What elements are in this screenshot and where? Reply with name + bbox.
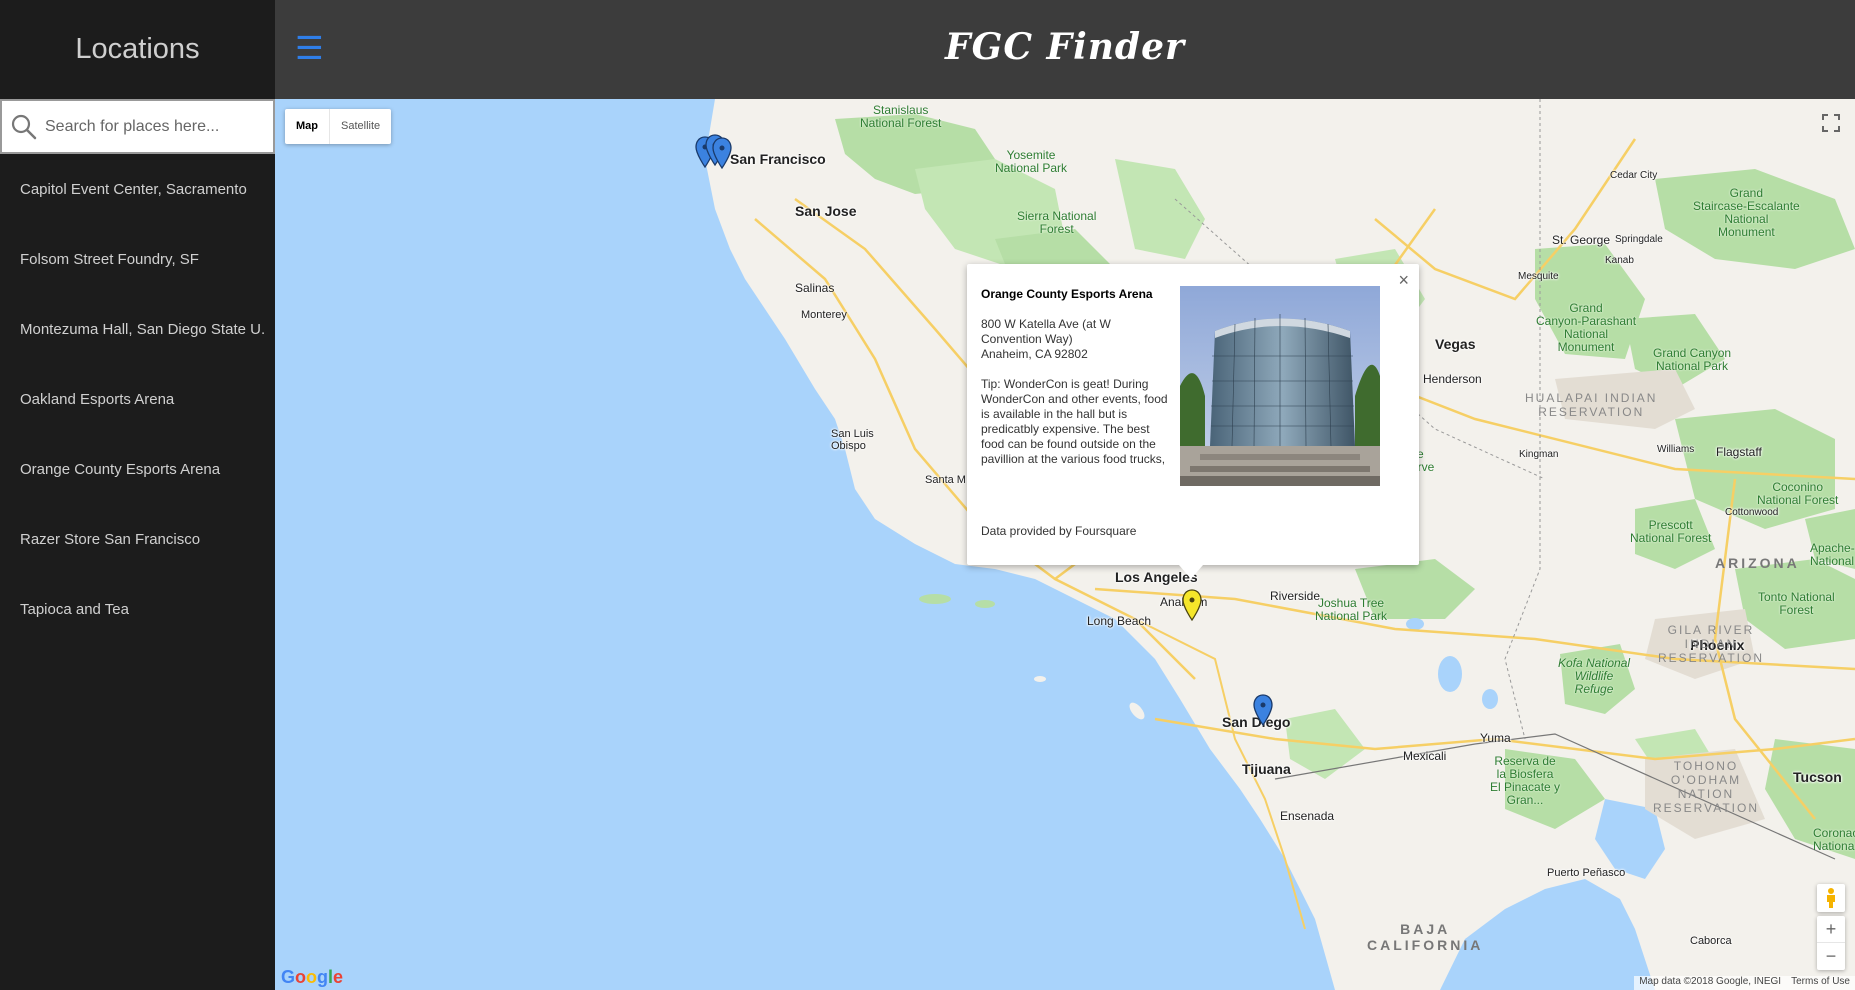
info-window-text: Orange County Esports Arena 800 W Katell… bbox=[981, 287, 1171, 467]
map-type-satellite-button[interactable]: Satellite bbox=[330, 109, 391, 144]
city-label-puerto-penasco: Puerto Peñasco bbox=[1547, 867, 1626, 879]
city-label-kanab: Kanab bbox=[1605, 255, 1634, 266]
header: ☰ FGC Finder bbox=[275, 0, 1855, 99]
street-view-pegman-icon[interactable] bbox=[1817, 884, 1845, 912]
map-marker-oakland[interactable] bbox=[712, 137, 732, 169]
location-item-orange-county-esports-arena[interactable]: Orange County Esports Arena bbox=[0, 434, 275, 504]
park-label-tonto: Tonto National Forest bbox=[1758, 590, 1835, 617]
location-item-capitol-event-center[interactable]: Capitol Event Center, Sacramento bbox=[0, 154, 275, 224]
park-label-grand-canyon-parashant: Grand Canyon-Parashant National Monument bbox=[1536, 301, 1637, 354]
fullscreen-icon[interactable] bbox=[1817, 109, 1845, 137]
park-label-grand-canyon: Grand Canyon National Park bbox=[1653, 346, 1732, 373]
park-label-prescott: Prescott National Forest bbox=[1630, 518, 1712, 545]
city-label-tucson: Tucson bbox=[1793, 769, 1842, 785]
city-label-santa-maria: Santa M bbox=[925, 474, 966, 486]
state-label-arizona: ARIZONA bbox=[1715, 555, 1800, 571]
city-label-san-jose: San Jose bbox=[795, 203, 857, 219]
address-line-1: 800 W Katella Ave (at W Convention Way) bbox=[981, 317, 1111, 346]
city-label-san-luis-obispo: San Luis Obispo bbox=[831, 428, 874, 452]
address-line-2: Anaheim, CA 92802 bbox=[981, 347, 1088, 361]
park-label-biosfera: Reserva de la Biosfera El Pinacate y Gra… bbox=[1490, 754, 1561, 807]
park-label-kofa: Kofa National Wildlife Refuge bbox=[1558, 656, 1631, 696]
venue-photo bbox=[1180, 286, 1380, 486]
map-marker-orange-county-selected[interactable] bbox=[1182, 589, 1202, 621]
city-label-mesquite: Mesquite bbox=[1518, 271, 1559, 282]
location-item-razer-store-sf[interactable]: Razer Store San Francisco bbox=[0, 504, 275, 574]
city-label-monterey: Monterey bbox=[801, 309, 847, 321]
pegman-icon bbox=[1827, 888, 1835, 908]
city-label-san-francisco: San Francisco bbox=[730, 151, 826, 167]
location-item-montezuma-hall[interactable]: Montezuma Hall, San Diego State U. bbox=[0, 294, 275, 364]
map-type-control: Map Satellite bbox=[285, 109, 392, 144]
info-window-credit: Data provided by Foursquare bbox=[981, 524, 1137, 538]
google-logo: Google bbox=[281, 967, 344, 987]
map-type-map-button[interactable]: Map bbox=[285, 109, 330, 144]
sidebar-title: Locations bbox=[75, 33, 200, 65]
zoom-out-button[interactable]: − bbox=[1817, 943, 1845, 970]
city-label-salinas: Salinas bbox=[795, 281, 835, 295]
city-label-riverside: Riverside bbox=[1270, 589, 1321, 603]
city-label-caborca: Caborca bbox=[1690, 935, 1732, 947]
location-item-oakland-esports-arena[interactable]: Oakland Esports Arena bbox=[0, 364, 275, 434]
sidebar: Locations Capitol Event Center, Sacramen… bbox=[0, 0, 275, 990]
park-label-coronado: Coronac Nationa bbox=[1813, 826, 1855, 853]
location-item-folsom-street-foundry[interactable]: Folsom Street Foundry, SF bbox=[0, 224, 275, 294]
park-label-joshua-tree: Joshua Tree National Park bbox=[1315, 596, 1388, 623]
city-label-cedar-city: Cedar City bbox=[1610, 170, 1658, 181]
map[interactable]: Map Satellite San Francisco San Jose Sal… bbox=[275, 99, 1855, 990]
state-label-baja: BAJA CALIFORNIA bbox=[1367, 921, 1484, 953]
info-window-address: 800 W Katella Ave (at W Convention Way) A… bbox=[981, 317, 1171, 362]
city-label-cottonwood: Cottonwood bbox=[1725, 507, 1779, 518]
zoom-in-button[interactable]: + bbox=[1817, 916, 1845, 943]
city-label-yuma: Yuma bbox=[1480, 731, 1511, 745]
info-window-tip: Tip: WonderCon is geat! During WonderCon… bbox=[981, 377, 1168, 466]
search-icon bbox=[11, 114, 37, 139]
region-label-gila-river: GILA RIVER INDIAN RESERVATION bbox=[1658, 623, 1765, 665]
city-label-kingman: Kingman bbox=[1519, 449, 1559, 460]
city-label-long-beach: Long Beach bbox=[1087, 614, 1152, 628]
city-label-springdale: Springdale bbox=[1615, 234, 1663, 245]
city-label-tijuana: Tijuana bbox=[1242, 761, 1291, 777]
close-icon[interactable]: × bbox=[1398, 270, 1409, 291]
terms-of-use-link[interactable]: Terms of Use bbox=[1786, 976, 1855, 990]
map-data-credit: Map data ©2018 Google, INEGI bbox=[1639, 976, 1782, 987]
city-label-henderson: Henderson bbox=[1423, 372, 1482, 386]
search-input[interactable] bbox=[45, 117, 265, 136]
park-label-apache: Apache-Si National bbox=[1810, 541, 1855, 568]
map-attribution: Map data ©2018 Google, INEGI Terms of Us… bbox=[1634, 976, 1855, 990]
region-label-tohono: TOHONO O'ODHAM NATION RESERVATION bbox=[1653, 759, 1760, 815]
map-marker-montezuma-hall[interactable] bbox=[1253, 694, 1273, 726]
info-window: × Orange County Esports Arena 800 W Kate… bbox=[967, 264, 1419, 579]
info-window-title: Orange County Esports Arena bbox=[981, 287, 1153, 301]
park-label-stanislaus: Stanislaus National Forest bbox=[860, 103, 942, 130]
city-label-ensenada: Ensenada bbox=[1280, 809, 1335, 823]
location-list: Capitol Event Center, Sacramento Folsom … bbox=[0, 154, 275, 644]
city-label-williams: Williams bbox=[1657, 444, 1695, 455]
city-label-st-george: St. George bbox=[1552, 233, 1611, 247]
app-title: FGC Finder bbox=[945, 26, 1185, 68]
zoom-control: + − bbox=[1817, 916, 1845, 970]
search-box[interactable] bbox=[0, 99, 275, 154]
city-label-flagstaff: Flagstaff bbox=[1716, 445, 1762, 459]
region-label-hualapai: HUALAPAI INDIAN RESERVATION bbox=[1525, 391, 1658, 419]
city-label-las-vegas: Vegas bbox=[1435, 336, 1476, 352]
park-label-sierra: Sierra National Forest bbox=[1017, 209, 1097, 236]
park-label-yosemite: Yosemite National Park bbox=[995, 148, 1068, 175]
park-label-grand-staircase: Grand Staircase-Escalante National Monum… bbox=[1693, 186, 1800, 239]
city-label-mexicali: Mexicali bbox=[1403, 749, 1447, 763]
location-item-tapioca-and-tea[interactable]: Tapioca and Tea bbox=[0, 574, 275, 644]
park-label-coconino: Coconino National Forest bbox=[1757, 480, 1839, 507]
